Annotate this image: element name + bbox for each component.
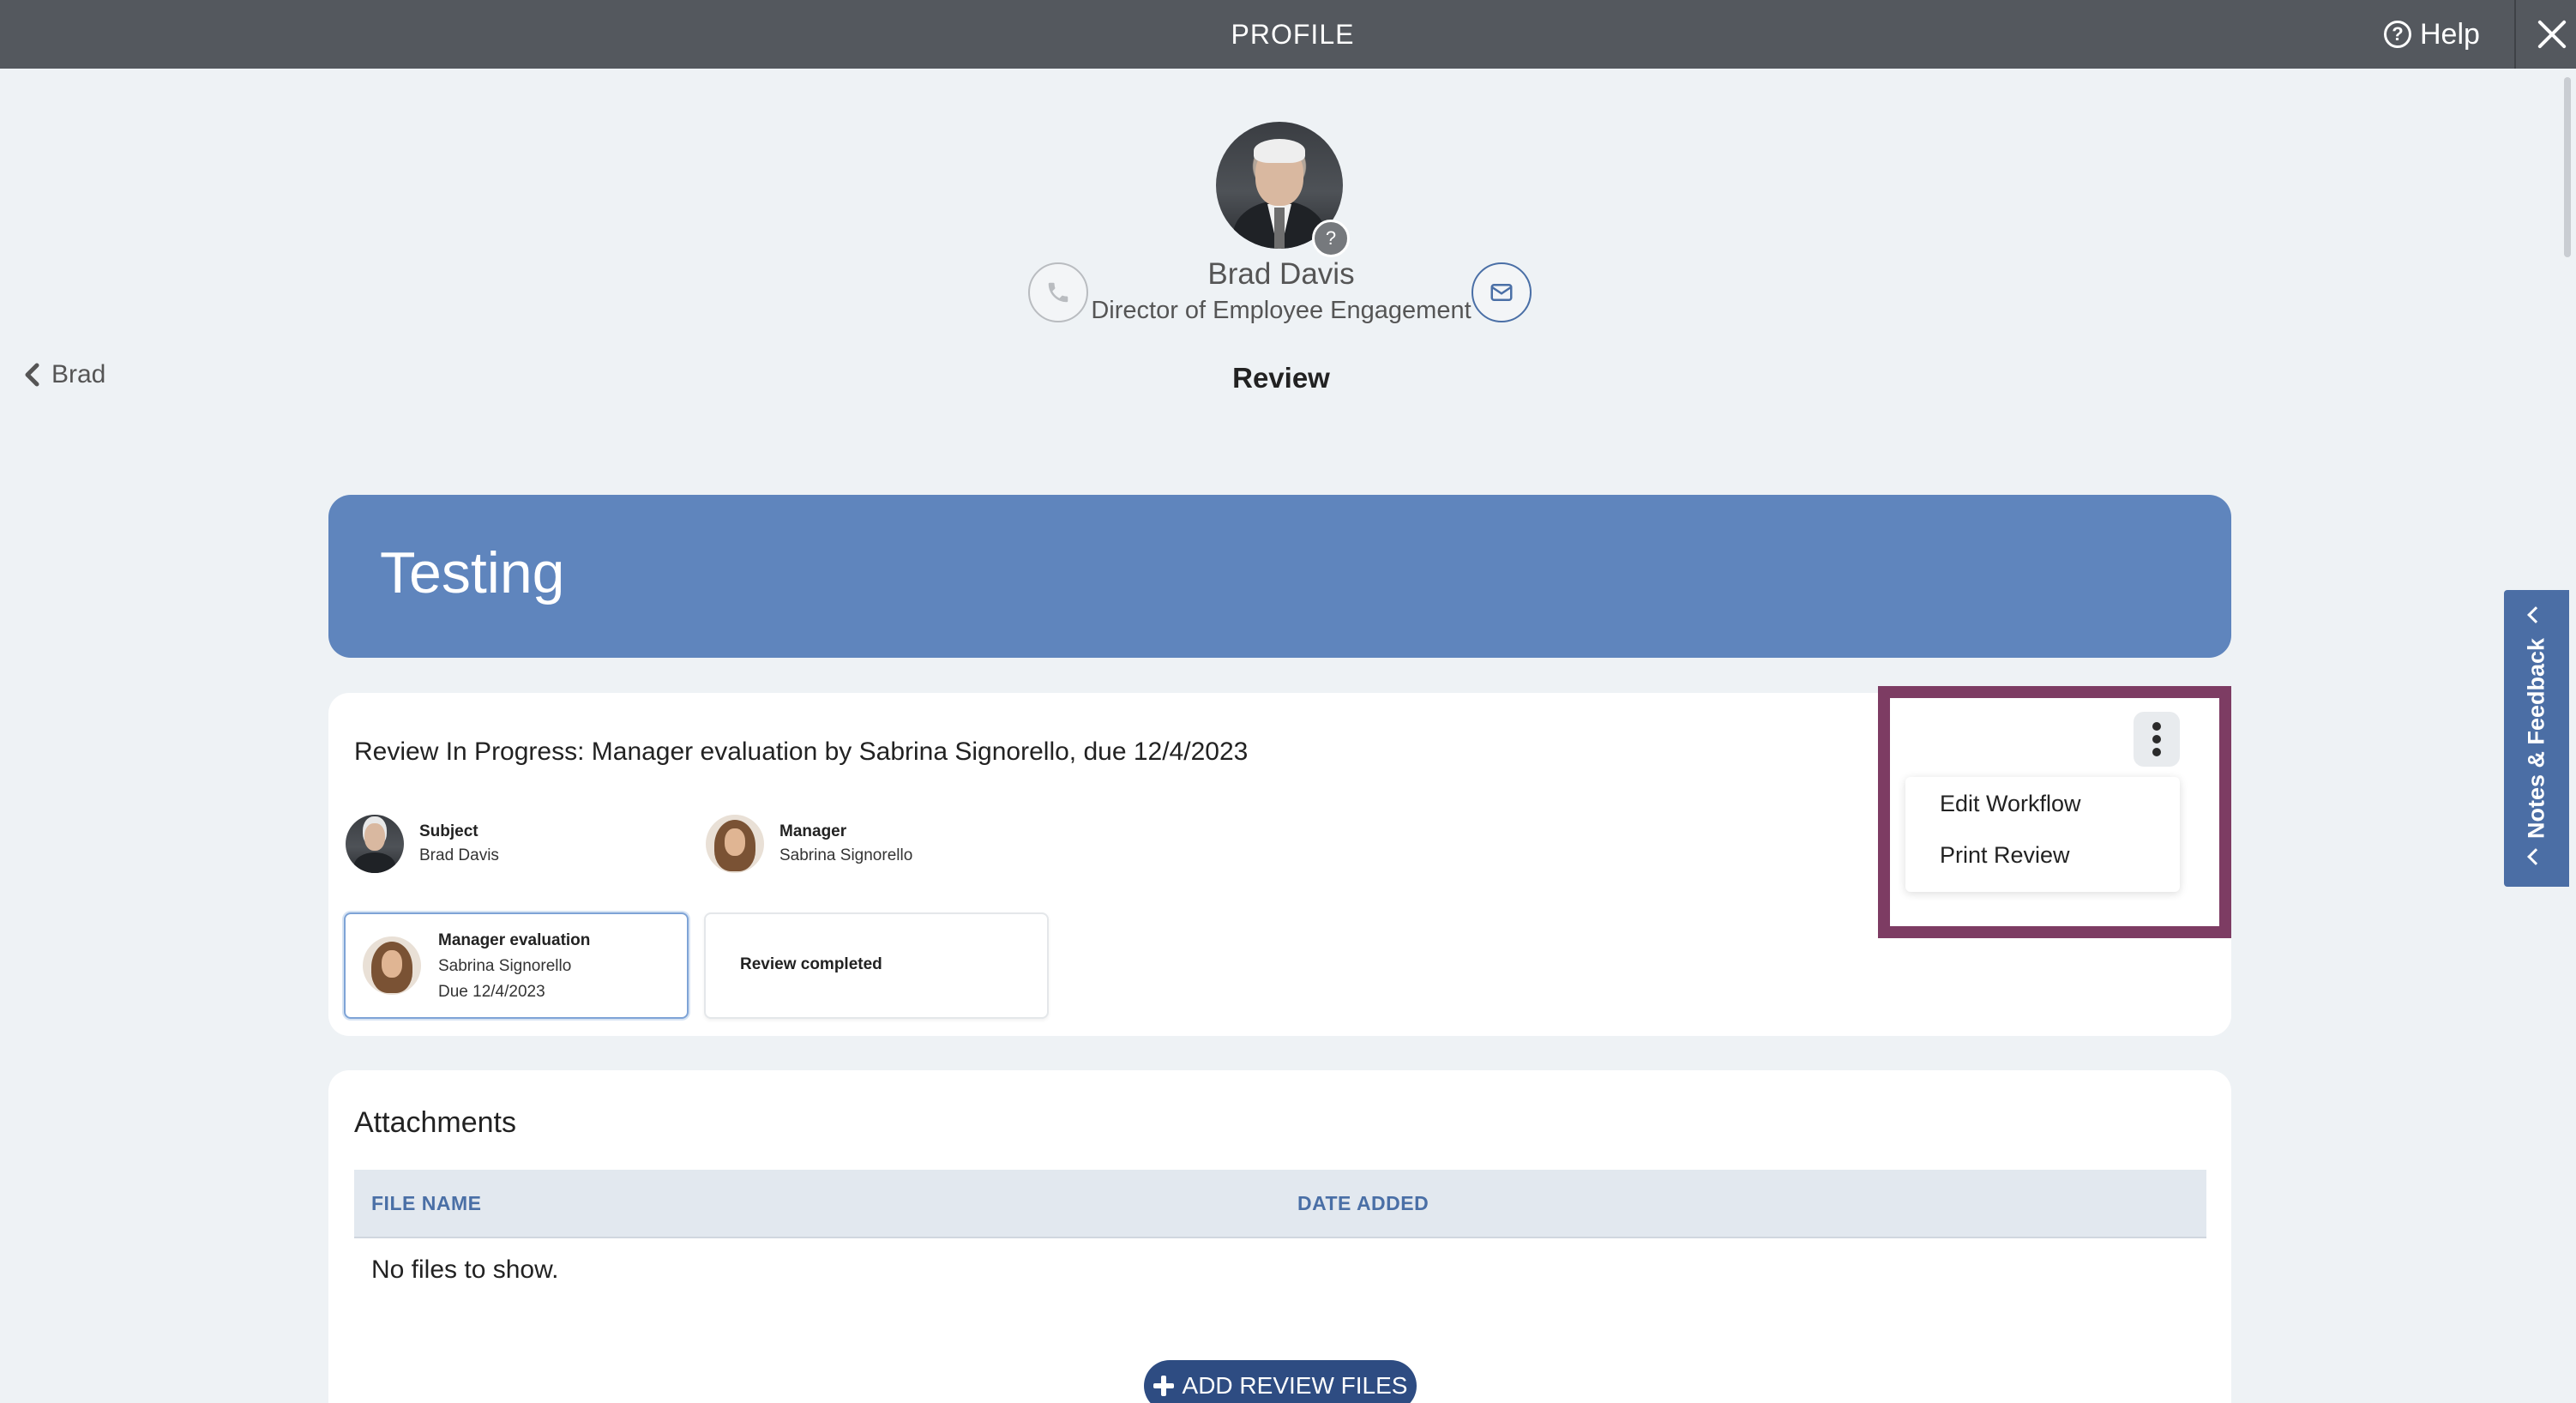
avatar bbox=[346, 815, 404, 873]
profile-role: Director of Employee Engagement bbox=[1091, 297, 1472, 324]
back-link-label: Brad bbox=[51, 360, 106, 388]
workflow-step-review-completed[interactable]: Review completed bbox=[704, 912, 1049, 1019]
kebab-dot bbox=[2152, 722, 2161, 731]
column-header-file-name[interactable]: FILE NAME bbox=[371, 1192, 481, 1215]
attachments-card: Attachments FILE NAME DATE ADDED No file… bbox=[328, 1070, 2231, 1403]
kebab-dot bbox=[2152, 748, 2161, 756]
workflow-step-manager-evaluation[interactable]: Manager evaluation Sabrina Signorello Du… bbox=[344, 912, 689, 1019]
help-button[interactable]: ? Help bbox=[2384, 17, 2480, 51]
page-title: PROFILE bbox=[1231, 19, 1355, 50]
attachments-table-header: FILE NAME DATE ADDED bbox=[354, 1170, 2206, 1238]
avatar bbox=[706, 815, 764, 873]
top-bar: PROFILE ? Help bbox=[0, 0, 2576, 69]
top-bar-divider bbox=[2514, 0, 2516, 69]
chevron-left-icon bbox=[2527, 848, 2544, 865]
manager-participant: Manager Sabrina Signorello bbox=[706, 815, 912, 873]
profile-name: Brad Davis bbox=[1207, 257, 1355, 291]
review-title: Testing bbox=[380, 540, 565, 605]
step-title: Manager evaluation bbox=[438, 931, 591, 949]
notes-feedback-label: Notes & Feedback bbox=[2523, 637, 2549, 840]
step-title: Review completed bbox=[740, 955, 882, 973]
add-review-files-label: ADD REVIEW FILES bbox=[1182, 1372, 1408, 1399]
section-title: Review bbox=[1232, 362, 1330, 394]
avatar-help-badge[interactable]: ? bbox=[1312, 220, 1350, 257]
menu-item-print-review[interactable]: Print Review bbox=[1940, 842, 2070, 869]
participant-role: Manager bbox=[779, 822, 847, 840]
kebab-dot bbox=[2152, 735, 2161, 744]
help-icon: ? bbox=[2384, 21, 2411, 48]
empty-state-text: No files to show. bbox=[371, 1255, 559, 1284]
chevron-left-icon bbox=[25, 363, 39, 387]
back-link[interactable]: Brad bbox=[24, 360, 105, 389]
step-due-date: Due 12/4/2023 bbox=[438, 983, 545, 1001]
chevron-left-icon bbox=[2527, 606, 2544, 623]
help-label: Help bbox=[2420, 17, 2480, 51]
notes-feedback-tab[interactable]: Notes & Feedback bbox=[2504, 590, 2569, 887]
menu-item-edit-workflow[interactable]: Edit Workflow bbox=[1940, 791, 2081, 817]
step-assignee: Sabrina Signorello bbox=[438, 957, 572, 975]
add-review-files-button[interactable]: ADD REVIEW FILES bbox=[1144, 1360, 1417, 1403]
avatar bbox=[363, 936, 421, 995]
more-options-button[interactable] bbox=[2134, 712, 2180, 767]
review-options-menu: Edit Workflow Print Review bbox=[1905, 777, 2180, 892]
attachments-title: Attachments bbox=[354, 1106, 516, 1139]
participant-role: Subject bbox=[419, 822, 478, 840]
participant-name: Brad Davis bbox=[419, 846, 499, 864]
close-icon[interactable] bbox=[2530, 12, 2574, 57]
subject-participant: Subject Brad Davis bbox=[346, 815, 499, 873]
review-banner: Testing bbox=[328, 495, 2231, 658]
scrollbar-thumb[interactable] bbox=[2564, 77, 2571, 257]
plus-icon bbox=[1153, 1376, 1174, 1396]
column-header-date-added[interactable]: DATE ADDED bbox=[1297, 1192, 1429, 1215]
participant-name: Sabrina Signorello bbox=[779, 846, 913, 864]
review-status-text: Review In Progress: Manager evaluation b… bbox=[354, 738, 1249, 766]
